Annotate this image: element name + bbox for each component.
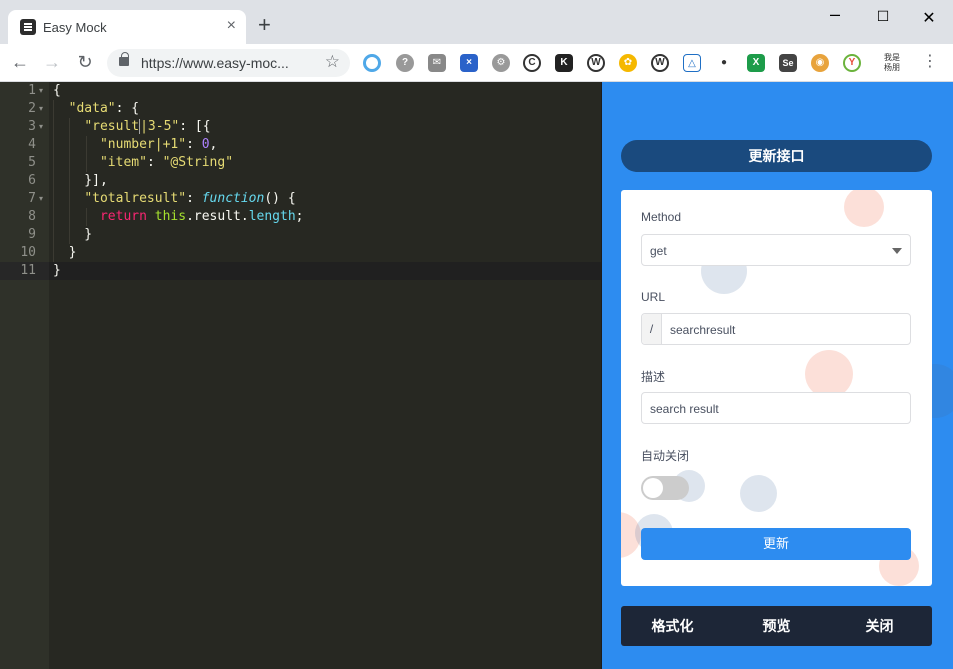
code-line-9[interactable]: } bbox=[53, 226, 92, 244]
code-line-2[interactable]: "data": { bbox=[53, 100, 139, 118]
extension-help-icon[interactable]: ? bbox=[396, 54, 414, 72]
extension-window-icon[interactable]: × bbox=[460, 54, 478, 72]
code-line-6[interactable]: }], bbox=[53, 172, 108, 190]
method-select[interactable]: get bbox=[641, 234, 911, 266]
auto-close-label: 自动关闭 bbox=[641, 449, 690, 463]
window-maximize-button[interactable]: ☐ bbox=[868, 8, 898, 25]
decorative-bubble bbox=[740, 475, 777, 512]
code-line-11[interactable]: } bbox=[53, 262, 61, 280]
reload-icon[interactable]: ↻ bbox=[73, 51, 97, 73]
method-value: get bbox=[650, 244, 667, 258]
line-number: 8 bbox=[28, 209, 36, 224]
fold-arrow-icon[interactable]: ▾ bbox=[39, 190, 43, 208]
line-number: 5 bbox=[28, 155, 36, 170]
browser-tab-bar: Easy Mock × + – ☐ ✕ bbox=[0, 0, 953, 44]
browser-menu-icon[interactable]: ⋮ bbox=[920, 52, 940, 72]
api-form-card: Method get URL / searchresult 描述 search … bbox=[621, 190, 932, 586]
bookmark-star-icon[interactable]: ☆ bbox=[325, 52, 340, 72]
profile-button[interactable]: 我是 杨朋 bbox=[884, 53, 900, 73]
extension-penguin-icon[interactable]: ● bbox=[715, 54, 733, 72]
preview-button[interactable]: 预览 bbox=[725, 606, 828, 646]
extension-y-icon[interactable]: Y bbox=[843, 54, 861, 72]
lock-icon bbox=[119, 52, 129, 66]
fold-arrow-icon[interactable]: ▾ bbox=[39, 100, 43, 118]
extension-mail-icon[interactable]: ✉ bbox=[428, 54, 446, 72]
browser-tab[interactable]: Easy Mock × bbox=[8, 10, 246, 44]
decorative-bubble bbox=[805, 350, 853, 398]
line-number: 11 bbox=[20, 263, 36, 278]
description-field[interactable]: search result bbox=[641, 392, 911, 424]
line-number: 9 bbox=[28, 227, 36, 242]
description-input-value[interactable]: search result bbox=[650, 402, 719, 416]
fold-arrow-icon[interactable]: ▾ bbox=[39, 118, 43, 136]
url-input-value[interactable]: searchresult bbox=[670, 323, 735, 337]
active-line-highlight bbox=[49, 262, 601, 280]
forward-arrow-icon[interactable]: → bbox=[40, 51, 64, 73]
tab-close-icon[interactable]: × bbox=[227, 18, 236, 34]
easy-mock-favicon-icon bbox=[20, 19, 36, 35]
line-number: 10 bbox=[20, 245, 36, 260]
extension-w2-icon[interactable]: W bbox=[651, 54, 669, 72]
url-field[interactable]: / searchresult bbox=[641, 313, 911, 345]
format-button[interactable]: 格式化 bbox=[621, 606, 724, 646]
address-bar[interactable]: https://www.easy-moc... ☆ bbox=[107, 49, 350, 77]
code-line-4[interactable]: "number|+1": 0, bbox=[53, 136, 217, 154]
extension-chart-icon[interactable]: △ bbox=[683, 54, 701, 72]
extension-c-icon[interactable]: C bbox=[523, 54, 541, 72]
code-line-3[interactable]: "result|3-5": [{ bbox=[53, 118, 211, 136]
code-line-10[interactable]: } bbox=[53, 244, 77, 262]
close-button[interactable]: 关闭 bbox=[828, 606, 931, 646]
line-number: 1 bbox=[28, 83, 36, 98]
window-close-button[interactable]: ✕ bbox=[914, 8, 944, 28]
url-label: URL bbox=[641, 290, 666, 304]
extension-w-icon[interactable]: W bbox=[587, 54, 605, 72]
method-label: Method bbox=[641, 210, 682, 224]
code-line-1[interactable]: { bbox=[53, 82, 61, 100]
extension-circle-icon[interactable] bbox=[363, 54, 381, 72]
line-number: 2 bbox=[28, 101, 36, 116]
description-label: 描述 bbox=[641, 370, 666, 384]
extension-gear-icon[interactable]: ⚙ bbox=[492, 54, 510, 72]
extension-k-icon[interactable]: K bbox=[555, 54, 573, 72]
fold-arrow-icon[interactable]: ▾ bbox=[39, 82, 43, 100]
profile-label-line1: 我是 bbox=[884, 53, 900, 62]
back-arrow-icon[interactable]: ← bbox=[8, 51, 32, 73]
panel-title: 更新接口 bbox=[621, 140, 932, 172]
dropdown-arrow-icon bbox=[892, 248, 902, 254]
extension-selenium-icon[interactable]: Se bbox=[779, 54, 797, 72]
browser-toolbar: ← → ↻ https://www.easy-moc... ☆ ? ✉ × ⚙ … bbox=[0, 44, 953, 82]
tab-title: Easy Mock bbox=[43, 20, 107, 35]
auto-close-toggle[interactable] bbox=[641, 476, 689, 500]
code-editor[interactable]: 1 2 3 4 5 6 7 8 9 10 11 ▾ ▾ ▾ ▾ { "data"… bbox=[0, 82, 601, 669]
code-line-8[interactable]: return this.result.length; bbox=[53, 208, 304, 226]
window-minimize-button[interactable]: – bbox=[820, 4, 850, 25]
profile-label-line2: 杨朋 bbox=[884, 63, 900, 72]
code-line-7[interactable]: "totalresult": function() { bbox=[53, 190, 295, 208]
line-number: 6 bbox=[28, 173, 36, 188]
decorative-bubble bbox=[844, 190, 884, 227]
line-number: 3 bbox=[28, 119, 36, 134]
code-line-5[interactable]: "item": "@String" bbox=[53, 154, 233, 172]
extension-owl-icon[interactable]: ◉ bbox=[811, 54, 829, 72]
extension-flower-icon[interactable]: ✿ bbox=[619, 54, 637, 72]
url-text[interactable]: https://www.easy-moc... bbox=[141, 55, 289, 71]
line-number: 4 bbox=[28, 137, 36, 152]
update-button[interactable]: 更新 bbox=[641, 528, 911, 560]
bottom-action-bar: 格式化 预览 关闭 bbox=[621, 606, 932, 646]
toggle-knob bbox=[643, 478, 663, 498]
url-prefix: / bbox=[642, 314, 662, 344]
line-number: 7 bbox=[28, 191, 36, 206]
update-api-panel: 更新接口 Method get URL / searchresult 描述 se… bbox=[601, 82, 953, 669]
extension-x-icon[interactable]: X bbox=[747, 54, 765, 72]
new-tab-button[interactable]: + bbox=[258, 14, 271, 36]
